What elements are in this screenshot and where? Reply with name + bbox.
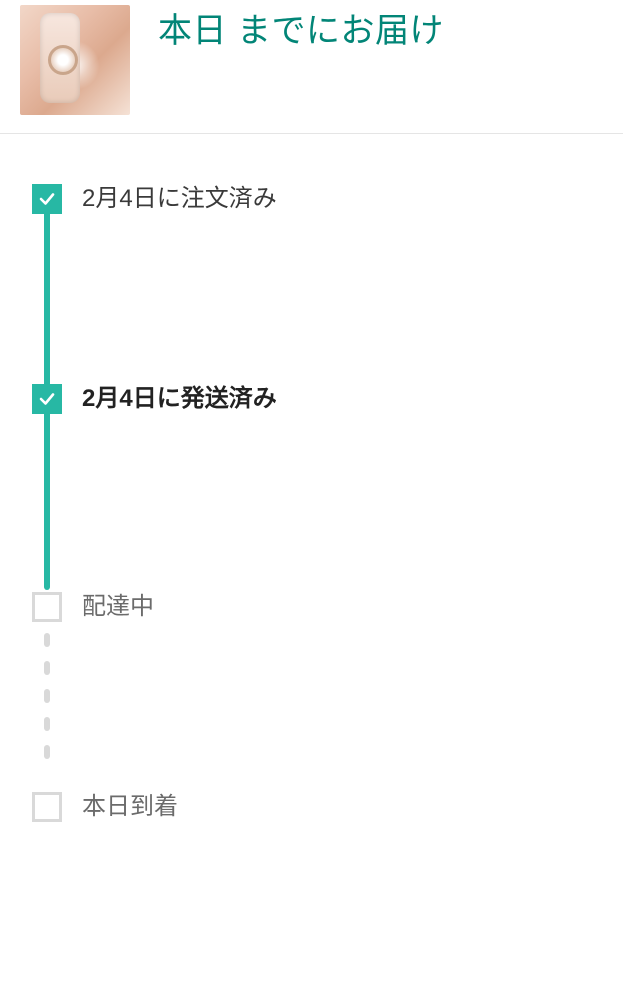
step-box-ordered xyxy=(32,184,62,214)
timeline-step-shipped: 2月4日に発送済み xyxy=(32,384,595,592)
step-label-out-for-delivery: 配達中 xyxy=(82,592,154,622)
delivery-title: 本日 までにお届け xyxy=(158,5,603,55)
timeline-step-out-for-delivery: 配達中 xyxy=(32,592,595,792)
connector-3 xyxy=(44,622,50,792)
check-icon xyxy=(38,390,56,408)
delivery-header: 本日 までにお届け xyxy=(0,0,623,134)
delivery-timeline: 2月4日に注文済み 2月4日に発送済み 配達中 本日到着 xyxy=(0,134,623,842)
timeline-step-ordered: 2月4日に注文済み xyxy=(32,184,595,384)
product-thumbnail[interactable] xyxy=(20,5,130,115)
step-box-out-for-delivery xyxy=(32,592,62,622)
step-label-arriving: 本日到着 xyxy=(82,792,178,822)
timeline-step-arriving: 本日到着 xyxy=(32,792,595,822)
step-label-shipped: 2月4日に発送済み xyxy=(82,384,277,414)
connector-2 xyxy=(44,414,50,590)
step-box-arriving xyxy=(32,792,62,822)
connector-1 xyxy=(44,214,50,384)
check-icon xyxy=(38,190,56,208)
step-box-shipped xyxy=(32,384,62,414)
step-label-ordered: 2月4日に注文済み xyxy=(82,184,277,214)
